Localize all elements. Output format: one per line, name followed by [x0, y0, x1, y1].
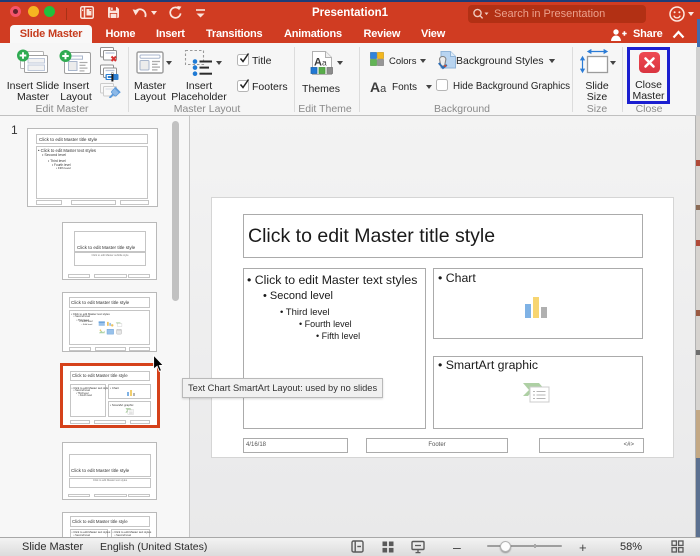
svg-text:Aa: Aa [314, 57, 327, 69]
